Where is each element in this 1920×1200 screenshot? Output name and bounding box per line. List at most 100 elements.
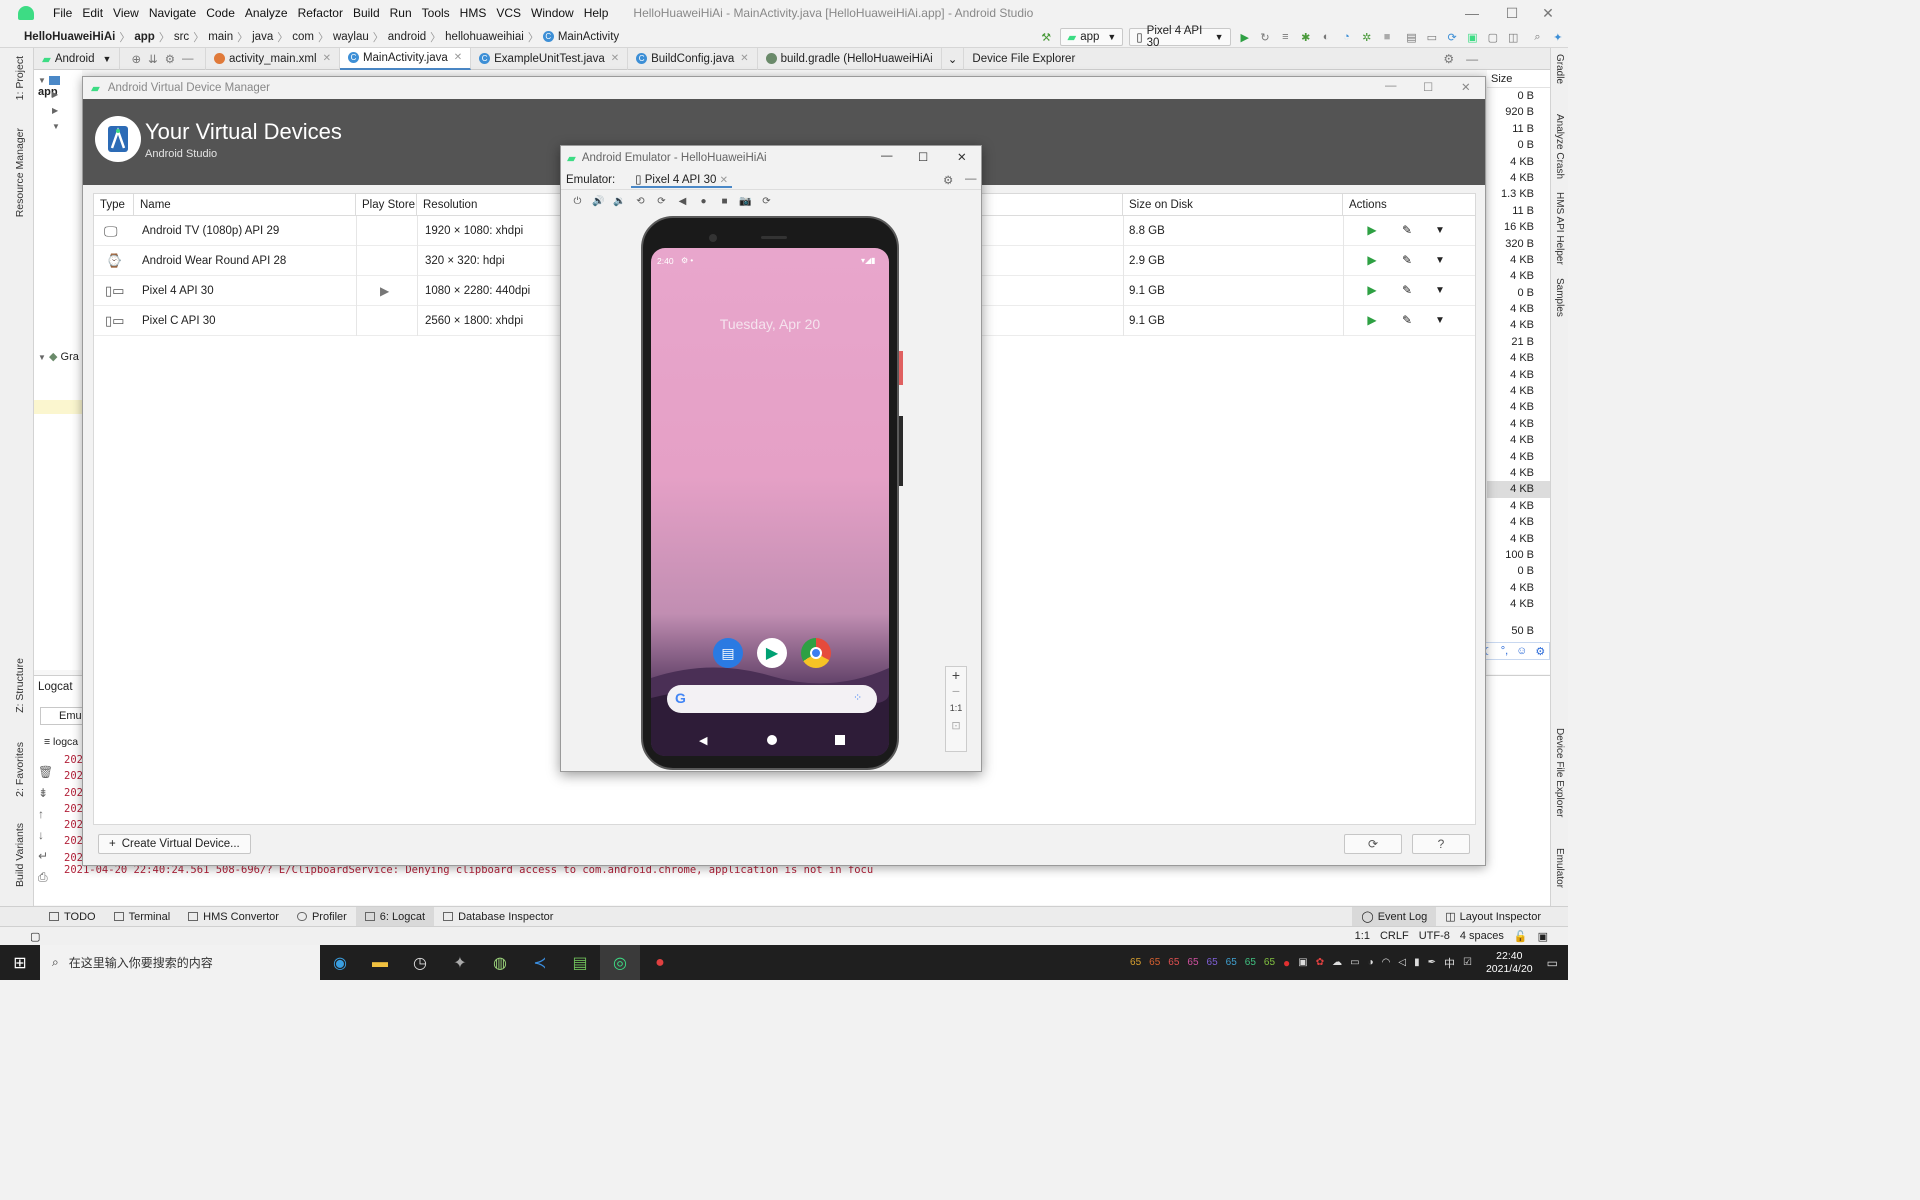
menu-analyze[interactable]: Analyze bbox=[240, 6, 293, 20]
ime-indicator[interactable]: 中 bbox=[1444, 955, 1455, 971]
windows-start-icon[interactable]: ⊞ bbox=[0, 945, 40, 980]
zoom-out-icon[interactable]: − bbox=[946, 683, 966, 699]
huawei-icon[interactable]: ✿ bbox=[1316, 957, 1324, 968]
edge-icon[interactable]: ◉ bbox=[320, 945, 360, 980]
run-icon[interactable]: ▶ bbox=[1239, 30, 1251, 44]
tab-mainactivity[interactable]: C MainActivity.java ✕ bbox=[339, 47, 472, 70]
tray-counter[interactable]: 65 bbox=[1264, 957, 1275, 968]
breadcrumb-java[interactable]: java bbox=[252, 31, 277, 43]
edit-pencil-icon[interactable]: ✎ bbox=[1399, 282, 1415, 298]
close-icon[interactable]: ✕ bbox=[1528, 0, 1568, 26]
emulator-device-tab[interactable]: ▯ Pixel 4 API 30 ✕ bbox=[631, 172, 732, 188]
menu-vcs[interactable]: VCS bbox=[491, 6, 526, 20]
help-button[interactable]: ? bbox=[1412, 834, 1470, 854]
tab-overflow[interactable]: ⌄ bbox=[942, 47, 965, 70]
tool-tab-favorites[interactable]: 2: Favorites bbox=[14, 742, 26, 797]
back-icon[interactable]: ◀ bbox=[672, 193, 693, 209]
assistant-icon[interactable]: ⁘ bbox=[853, 691, 862, 704]
column-size-on-disk[interactable]: Size on Disk bbox=[1123, 194, 1343, 216]
apply-code-changes-icon[interactable]: ≡ bbox=[1279, 30, 1291, 44]
emulator-taskbar-icon[interactable]: ● bbox=[640, 945, 680, 980]
soft-wrap-icon[interactable]: ↵ bbox=[38, 846, 54, 867]
layout-inspector-icon[interactable]: ◫ bbox=[1507, 30, 1519, 44]
stop-icon[interactable]: ■ bbox=[1381, 30, 1393, 44]
more-actions-chevron-icon[interactable]: ▼ bbox=[1432, 222, 1448, 238]
launch-icon[interactable]: ▶ bbox=[1364, 252, 1380, 268]
apply-changes-icon[interactable]: ↻ bbox=[1259, 30, 1271, 44]
breadcrumb-src[interactable]: src bbox=[174, 31, 193, 43]
more-actions-chevron-icon[interactable]: ▼ bbox=[1432, 252, 1448, 268]
chrome-app-icon[interactable] bbox=[801, 638, 831, 668]
tray-counter[interactable]: 65 bbox=[1226, 957, 1237, 968]
arrow-up-icon[interactable]: ↑ bbox=[38, 804, 54, 825]
close-icon[interactable]: ✕ bbox=[957, 150, 967, 164]
coverage-icon[interactable]: ◐ bbox=[1320, 30, 1332, 44]
nav-back-icon[interactable]: ◀ bbox=[699, 734, 707, 747]
breadcrumb-app[interactable]: app bbox=[134, 31, 158, 43]
menu-tools[interactable]: Tools bbox=[417, 6, 455, 20]
tab-example-unit-test[interactable]: C ExampleUnitTest.java ✕ bbox=[471, 47, 629, 70]
lock-icon[interactable]: 🔓 bbox=[1514, 930, 1528, 943]
debug-icon[interactable]: ✱ bbox=[1300, 30, 1312, 44]
locate-icon[interactable]: ⊕ bbox=[131, 52, 141, 66]
tool-tab-build-variants[interactable]: Build Variants bbox=[14, 823, 26, 887]
tool-tab-todo[interactable]: TODO bbox=[40, 907, 105, 927]
volume-icon[interactable]: ◁ bbox=[1398, 957, 1406, 968]
menu-view[interactable]: View bbox=[108, 6, 144, 20]
attach-debugger-icon[interactable]: ✲ bbox=[1361, 30, 1373, 44]
checkbox-icon[interactable]: ☑ bbox=[1463, 957, 1472, 968]
taskbar-search-box[interactable]: ⌕ 在这里输入你要搜索的内容 bbox=[40, 945, 320, 980]
menu-help[interactable]: Help bbox=[579, 6, 614, 20]
tool-tab-device-file-explorer[interactable]: Device File Explorer bbox=[1554, 728, 1565, 817]
hide-icon[interactable]: — bbox=[182, 53, 194, 65]
more-actions-chevron-icon[interactable]: ▼ bbox=[1432, 312, 1448, 328]
tool-tab-event-log[interactable]: ◯ Event Log bbox=[1352, 906, 1437, 927]
rotate-right-icon[interactable]: ⟳ bbox=[651, 193, 672, 209]
tray-counter[interactable]: 65 bbox=[1187, 957, 1198, 968]
tool-tab-emulator[interactable]: Emulator bbox=[1554, 848, 1565, 888]
minimize-icon[interactable]: — bbox=[881, 150, 893, 162]
maximize-icon[interactable]: ☐ bbox=[1423, 80, 1433, 94]
screenshot-icon[interactable]: 📷 bbox=[735, 193, 756, 209]
launch-icon[interactable]: ▶ bbox=[1364, 222, 1380, 238]
sync-gradle-icon[interactable]: ⟳ bbox=[1446, 30, 1458, 44]
breadcrumb-android[interactable]: android bbox=[388, 31, 430, 43]
minimize-icon[interactable]: — bbox=[1452, 0, 1492, 26]
tray-counter[interactable]: 65 bbox=[1149, 957, 1160, 968]
expand-arrow-icon[interactable]: ▶ bbox=[52, 106, 58, 115]
menu-edit[interactable]: Edit bbox=[77, 6, 108, 20]
hide-icon[interactable]: — bbox=[965, 173, 977, 185]
tool-tab-logcat[interactable]: 6: Logcat bbox=[355, 906, 435, 927]
expand-arrow-icon[interactable]: ▼ bbox=[52, 122, 60, 131]
close-tab-icon[interactable]: ✕ bbox=[454, 52, 462, 63]
tool-tab-hms-convertor[interactable]: HMS Convertor bbox=[179, 907, 288, 927]
expand-arrow-icon[interactable]: ▶ bbox=[52, 90, 58, 99]
rotate-left-icon[interactable]: ⟲ bbox=[630, 193, 651, 209]
hms-toolkit-icon[interactable]: ✦ bbox=[1552, 30, 1564, 44]
create-virtual-device-button[interactable]: + Create Virtual Device... bbox=[98, 834, 251, 854]
tray-app-icon[interactable]: ◑ bbox=[1368, 957, 1374, 968]
menu-window[interactable]: Window bbox=[526, 6, 579, 20]
tool-tab-hms-api-helper[interactable]: HMS API Helper bbox=[1554, 192, 1565, 265]
tray-counter[interactable]: 65 bbox=[1168, 957, 1179, 968]
record-icon[interactable]: ● bbox=[1283, 956, 1290, 970]
tab-build-gradle[interactable]: build.gradle (HelloHuaweiHiAi bbox=[758, 47, 942, 70]
sdk-manager-icon[interactable]: ▣ bbox=[1466, 30, 1478, 44]
android-studio-taskbar-icon[interactable]: ◎ bbox=[600, 945, 640, 980]
taskbar-clock[interactable]: 22:40 2021/4/20 bbox=[1486, 950, 1533, 976]
battery-icon[interactable]: ▭ bbox=[1350, 957, 1359, 968]
menu-hms[interactable]: HMS bbox=[455, 6, 492, 20]
ime-user-icon[interactable]: ☺ bbox=[1516, 645, 1527, 657]
tool-tab-terminal[interactable]: Terminal bbox=[105, 907, 180, 927]
device-select[interactable]: ▯ Pixel 4 API 30 ▼ bbox=[1129, 25, 1231, 49]
run-config-select[interactable]: ▰ app ▼ bbox=[1060, 28, 1124, 46]
gear-icon[interactable]: ⚙ bbox=[1443, 52, 1454, 66]
size-column-header[interactable]: Size bbox=[1487, 70, 1550, 88]
breadcrumb-com[interactable]: com bbox=[292, 31, 318, 43]
zoom-fit-icon[interactable]: ⊡ bbox=[946, 719, 966, 732]
memory-icon[interactable]: ▣ bbox=[1538, 930, 1548, 943]
avd-manager-icon[interactable]: ▭ bbox=[1426, 30, 1438, 44]
maximize-icon[interactable]: ☐ bbox=[1492, 0, 1532, 26]
ime-punct-icon[interactable]: °, bbox=[1501, 645, 1508, 657]
menu-navigate[interactable]: Navigate bbox=[144, 6, 201, 20]
